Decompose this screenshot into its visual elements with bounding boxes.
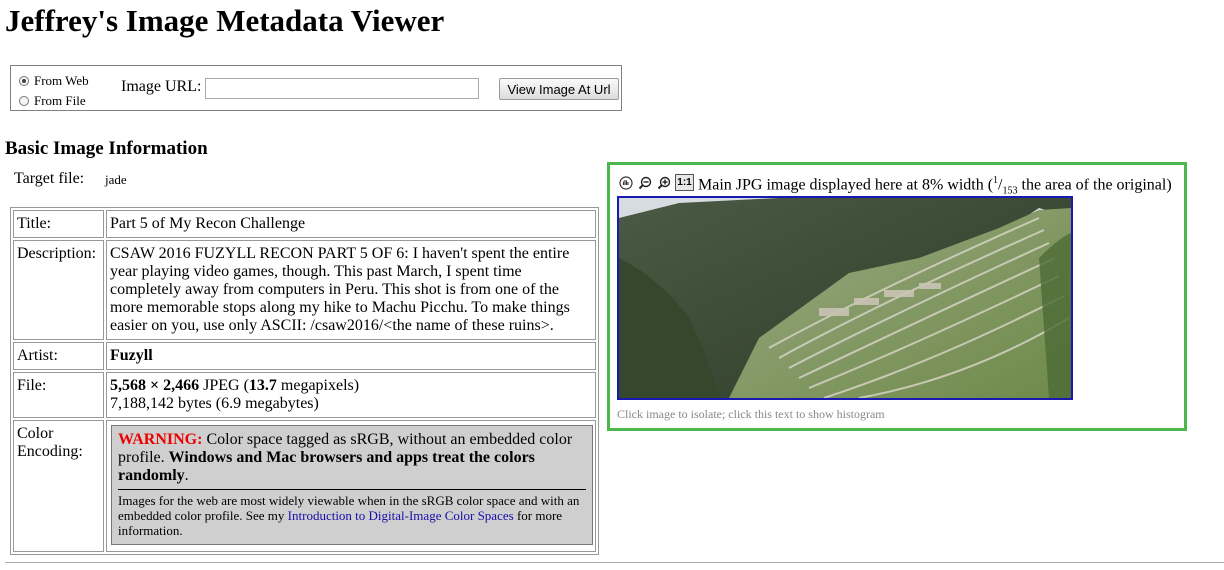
bottom-divider [5, 562, 1224, 563]
view-image-button[interactable]: View Image At Url [499, 78, 619, 100]
artist-name: Fuzyll [110, 347, 153, 364]
description-key: Description: [13, 240, 104, 340]
warning-divider [118, 489, 586, 490]
image-source-form: From Web From File Image URL: View Image… [10, 65, 622, 111]
image-caption: Main JPG image displayed here at 8% widt… [698, 175, 1172, 197]
table-row: Title: Part 5 of My Recon Challenge [13, 210, 596, 238]
target-file-value: jade [105, 172, 127, 187]
page-title: Jeffrey's Image Metadata Viewer [5, 3, 445, 38]
artist-value: Fuzyll [106, 342, 596, 370]
file-format: JPEG [203, 377, 240, 394]
from-file-label[interactable]: From File [34, 93, 86, 109]
artist-key: Artist: [13, 342, 104, 370]
color-warning-box: WARNING: Color space tagged as sRGB, wit… [111, 425, 593, 545]
color-encoding-value: WARNING: Color space tagged as sRGB, wit… [106, 420, 596, 552]
caption-prefix: Main JPG image displayed here at 8% widt… [698, 176, 994, 194]
color-encoding-key-line1: Color [17, 425, 54, 442]
from-file-option[interactable]: From File [19, 93, 86, 109]
metadata-table: Title: Part 5 of My Recon Challenge Desc… [10, 207, 599, 555]
color-spaces-link[interactable]: Introduction to Digital-Image Color Spac… [288, 508, 514, 523]
from-web-option[interactable]: From Web [19, 73, 89, 89]
table-row: Color Encoding: WARNING: Color space tag… [13, 420, 596, 552]
table-row: Artist: Fuzyll [13, 342, 596, 370]
image-url-label: Image URL: [121, 78, 202, 95]
image-toolbar: 1:1 [618, 174, 694, 191]
section-heading: Basic Image Information [5, 138, 208, 159]
caption-suffix: the area of the original) [1017, 176, 1172, 194]
zoom-out-icon[interactable] [637, 175, 652, 190]
terraced-ruins-photo[interactable] [619, 198, 1071, 398]
zoom-in-icon[interactable] [656, 175, 671, 190]
from-file-radio[interactable] [19, 96, 29, 106]
actual-size-icon[interactable]: 1:1 [675, 174, 694, 191]
table-row: Description: CSAW 2016 FUZYLL RECON PART… [13, 240, 596, 340]
file-value: 5,568 × 2,466 JPEG (13.7 megapixels) 7,1… [106, 372, 596, 418]
from-web-label[interactable]: From Web [34, 73, 89, 89]
main-image[interactable] [617, 196, 1073, 400]
file-megapixels: 13.7 [248, 377, 277, 394]
warning-label: WARNING: [118, 431, 203, 448]
title-value: Part 5 of My Recon Challenge [106, 210, 596, 238]
color-encoding-key: Color Encoding: [13, 420, 104, 552]
fraction-numerator: 1 [993, 175, 999, 186]
file-megapixels-unit: megapixels [280, 377, 354, 394]
warning-note: Images for the web are most widely viewa… [118, 493, 586, 538]
hand-icon[interactable] [618, 175, 633, 190]
target-file-label: Target file: [14, 170, 85, 187]
warning-emphasis: Windows and Mac browsers and apps treat … [118, 449, 535, 484]
color-encoding-key-line2: Encoding: [17, 443, 83, 460]
table-row: File: 5,568 × 2,466 JPEG (13.7 megapixel… [13, 372, 596, 418]
image-preview-panel: 1:1 Main JPG image displayed here at 8% … [607, 162, 1187, 431]
description-value: CSAW 2016 FUZYLL RECON PART 5 OF 6: I ha… [106, 240, 596, 340]
file-dimensions: 5,568 × 2,466 [110, 377, 200, 394]
title-key: Title: [13, 210, 104, 238]
file-key: File: [13, 372, 104, 418]
fraction-denominator: 153 [1002, 185, 1018, 197]
file-size: 7,188,142 bytes (6.9 megabytes) [110, 395, 319, 412]
from-web-radio[interactable] [19, 76, 29, 86]
image-url-input[interactable] [205, 78, 479, 99]
histogram-hint[interactable]: Click image to isolate; click this text … [617, 407, 885, 422]
